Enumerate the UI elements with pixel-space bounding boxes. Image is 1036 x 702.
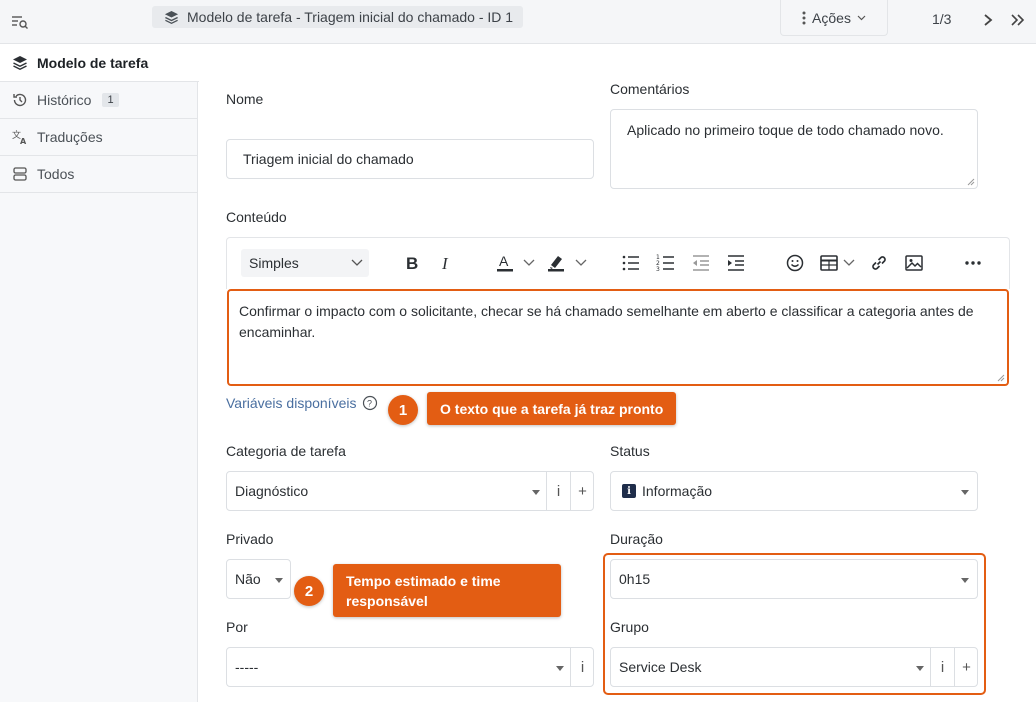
format-select-value: Simples [249, 255, 299, 271]
format-select[interactable]: Simples [241, 249, 369, 277]
content-label: Conteúdo [226, 209, 287, 225]
bullet-list-icon[interactable] [620, 252, 642, 274]
layers-icon [164, 10, 179, 24]
resize-handle-icon[interactable] [967, 178, 975, 186]
by-select[interactable]: ----- i [226, 647, 594, 687]
by-label: Por [226, 619, 248, 635]
category-label: Categoria de tarefa [226, 443, 346, 459]
comments-label: Comentários [610, 81, 690, 97]
sidebar-item-label: Histórico [37, 92, 92, 108]
by-value: ----- [235, 659, 259, 675]
dropdown-arrow-icon [532, 490, 540, 495]
sidebar-item-historico[interactable]: Histórico 1 [0, 82, 197, 119]
table-icon[interactable] [818, 252, 840, 274]
content-text: Confirmar o impacto com o solicitante, c… [239, 303, 974, 340]
indent-icon[interactable] [725, 252, 747, 274]
status-label: Status [610, 443, 650, 459]
text-color-icon[interactable]: A [494, 252, 516, 274]
actions-button[interactable]: Ações [780, 0, 888, 36]
content-editor[interactable]: Confirmar o impacto com o solicitante, c… [227, 289, 1009, 386]
breadcrumb: Modelo de tarefa - Triagem inicial do ch… [152, 6, 524, 28]
sidebar-item-todos[interactable]: Todos [0, 156, 197, 193]
breadcrumb-text: Modelo de tarefa - Triagem inicial do ch… [187, 9, 514, 25]
dropdown-arrow-icon [556, 666, 564, 671]
dropdown-arrow-icon [961, 490, 969, 495]
comments-value: Aplicado no primeiro toque de todo chama… [627, 122, 944, 138]
info-button[interactable]: i [570, 648, 594, 686]
resize-handle-icon[interactable] [997, 374, 1005, 382]
chevron-down-icon [351, 259, 363, 266]
top-bar: Modelo de tarefa - Triagem inicial do ch… [0, 0, 1036, 44]
info-status-icon: i [622, 484, 636, 498]
count-badge: 1 [102, 93, 119, 107]
chevron-down-icon [857, 15, 866, 20]
help-icon[interactable]: ? [362, 395, 378, 411]
callout-text-2: Tempo estimado e time responsável [333, 564, 561, 617]
sidebar-item-label: Traduções [37, 129, 103, 145]
pager-count: 1/3 [932, 11, 952, 27]
name-label: Nome [226, 91, 264, 107]
history-icon [13, 93, 27, 107]
chevron-down-icon[interactable] [843, 258, 855, 268]
link-icon[interactable] [868, 252, 890, 274]
list-icon [13, 167, 27, 181]
private-label: Privado [226, 531, 274, 547]
sidebar-item-label: Todos [37, 166, 75, 182]
chevron-down-icon[interactable] [523, 258, 535, 268]
svg-text:3: 3 [656, 266, 660, 273]
duration-label: Duração [610, 531, 663, 547]
kebab-icon [802, 11, 806, 24]
numbered-list-icon[interactable]: 123 [655, 252, 677, 274]
comments-field[interactable]: Aplicado no primeiro toque de todo chama… [610, 109, 978, 189]
category-select[interactable]: Diagnóstico i + [226, 471, 594, 511]
image-icon[interactable] [903, 252, 925, 274]
callout-text-1: O texto que a tarefa já traz pronto [427, 392, 677, 425]
sidebar-item-label: Modelo de tarefa [37, 55, 149, 71]
svg-text:?: ? [367, 399, 372, 409]
private-value: Não [235, 571, 261, 587]
available-variables-link[interactable]: Variáveis disponíveis ? [226, 395, 378, 411]
last-page-icon[interactable] [1008, 10, 1028, 30]
outdent-icon[interactable] [690, 252, 712, 274]
svg-text:A: A [20, 137, 27, 145]
name-field[interactable]: Triagem inicial do chamado [226, 139, 594, 179]
info-button[interactable]: i [546, 472, 570, 510]
add-category-button[interactable]: + [570, 472, 594, 510]
callout-number-2: 2 [294, 576, 324, 606]
svg-text:A: A [499, 253, 509, 269]
bold-icon[interactable]: B [401, 252, 423, 274]
layers-icon [13, 56, 27, 70]
status-select[interactable]: i Informação [610, 471, 978, 511]
category-value: Diagnóstico [235, 483, 309, 499]
svg-text:B: B [406, 254, 418, 273]
dropdown-arrow-icon [275, 578, 283, 583]
sidebar-item-traducoes[interactable]: 文A Traduções [0, 119, 197, 156]
name-value: Triagem inicial do chamado [243, 151, 414, 167]
emoji-icon[interactable] [784, 252, 806, 274]
highlight-color-icon[interactable] [545, 252, 567, 274]
editor-toolbar: Simples B I A 123 [226, 237, 1010, 289]
callout-number-1: 1 [388, 395, 418, 425]
menu-search-icon[interactable] [10, 12, 30, 32]
translate-icon: 文A [12, 129, 27, 145]
chevron-down-icon[interactable] [575, 258, 587, 268]
more-icon[interactable] [962, 252, 984, 274]
actions-label: Ações [812, 9, 851, 26]
next-icon[interactable] [980, 10, 996, 30]
callout-highlight-box [603, 553, 986, 695]
status-value: Informação [642, 483, 713, 499]
sidebar: Modelo de tarefa Histórico 1 文A Traduçõe… [0, 45, 199, 702]
sidebar-item-modelo-de-tarefa[interactable]: Modelo de tarefa [0, 45, 199, 82]
svg-text:I: I [441, 254, 449, 273]
available-variables-label: Variáveis disponíveis [226, 395, 357, 411]
italic-icon[interactable]: I [435, 252, 457, 274]
private-select[interactable]: Não [226, 559, 291, 599]
